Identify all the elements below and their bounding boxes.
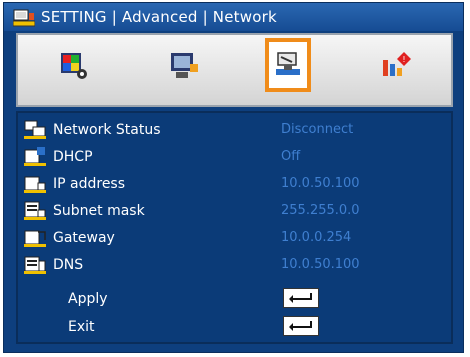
gateway-value: 10.0.0.254 bbox=[281, 230, 352, 245]
gateway-label: Gateway bbox=[53, 230, 115, 246]
window-title: SETTING | Advanced | Network bbox=[41, 8, 277, 26]
dns-label: DNS bbox=[53, 257, 84, 273]
dns-value: 10.0.50.100 bbox=[281, 257, 360, 272]
settings-menu-icon bbox=[13, 9, 35, 27]
row-apply[interactable]: Apply bbox=[18, 286, 451, 312]
network-status-label: Network Status bbox=[53, 122, 161, 138]
tab-setting[interactable] bbox=[265, 38, 311, 92]
menu-frame: SETTING | Advanced | Network ! Network S… bbox=[3, 2, 464, 353]
tab-options[interactable]: ! bbox=[374, 41, 418, 91]
row-dhcp[interactable]: DHCP Off bbox=[18, 144, 451, 170]
menu-tabs: ! bbox=[16, 33, 453, 107]
network-status-icon bbox=[24, 120, 46, 139]
screen-display-icon bbox=[171, 53, 198, 78]
ip-address-icon bbox=[24, 176, 46, 193]
tab-screen[interactable] bbox=[162, 41, 206, 91]
dhcp-icon bbox=[24, 147, 46, 166]
setting-hand-icon bbox=[276, 52, 300, 75]
exit-enter-button[interactable] bbox=[283, 316, 319, 336]
subnet-mask-value: 255.255.0.0 bbox=[281, 203, 360, 218]
image-palette-icon bbox=[61, 53, 87, 79]
apply-enter-button[interactable] bbox=[283, 288, 319, 308]
row-exit[interactable]: Exit bbox=[18, 314, 451, 340]
dns-icon bbox=[24, 256, 46, 274]
info-options-icon: ! bbox=[383, 52, 411, 76]
enter-icon bbox=[289, 293, 312, 303]
network-settings-panel: Network Status Disconnect DHCP Off IP ad… bbox=[16, 111, 453, 344]
exit-label: Exit bbox=[68, 319, 95, 335]
subnet-mask-label: Subnet mask bbox=[53, 203, 145, 219]
row-network-status[interactable]: Network Status Disconnect bbox=[18, 117, 451, 143]
title-bar: SETTING | Advanced | Network bbox=[4, 3, 463, 31]
network-status-value: Disconnect bbox=[281, 122, 354, 137]
row-subnet-mask[interactable]: Subnet mask 255.255.0.0 bbox=[18, 198, 451, 224]
ip-address-label: IP address bbox=[53, 176, 126, 192]
ip-address-value: 10.0.50.100 bbox=[281, 176, 360, 191]
tab-image[interactable] bbox=[52, 41, 96, 91]
row-gateway[interactable]: Gateway 10.0.0.254 bbox=[18, 225, 451, 251]
subnet-mask-icon bbox=[24, 201, 46, 220]
svg-text:!: ! bbox=[402, 55, 405, 64]
apply-label: Apply bbox=[68, 291, 108, 307]
gateway-icon bbox=[24, 230, 46, 247]
row-ip-address[interactable]: IP address 10.0.50.100 bbox=[18, 171, 451, 197]
enter-icon bbox=[289, 321, 312, 331]
dhcp-value: Off bbox=[281, 149, 301, 164]
row-dns[interactable]: DNS 10.0.50.100 bbox=[18, 252, 451, 278]
dhcp-label: DHCP bbox=[53, 149, 93, 165]
